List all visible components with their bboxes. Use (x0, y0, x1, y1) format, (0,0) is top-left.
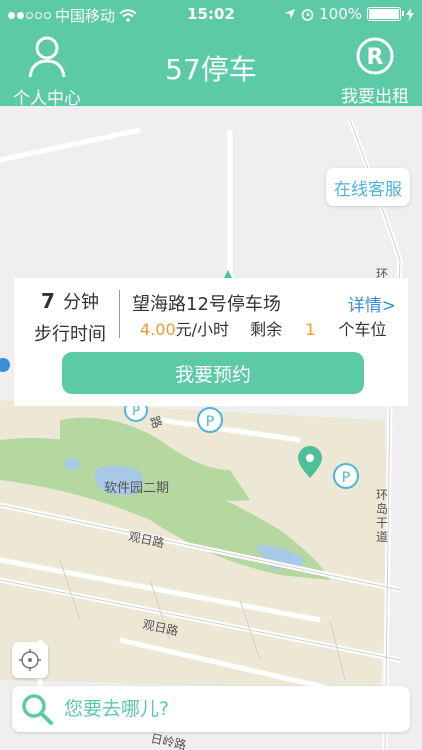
parking-info-card: 7 分钟 步行时间 望海路12号停车场 详情> 4.00元/小时 剩余 1 个车位… (14, 278, 408, 406)
price-line: 4.00元/小时 剩余 1 个车位 (140, 316, 387, 340)
walk-unit: 分钟 (62, 292, 99, 313)
search-icon (22, 694, 53, 725)
battery-percent: 100% (319, 5, 362, 23)
online-service-button[interactable]: 在线客服 (326, 168, 410, 206)
locate-button[interactable] (12, 642, 48, 678)
alarm-icon (301, 8, 314, 21)
walk-label: 步行时间 (34, 324, 106, 345)
rent-out-label: 我要出租 (341, 87, 409, 107)
battery-icon (367, 7, 404, 21)
spare-label: 剩余 (250, 320, 283, 339)
parking-marker-icon[interactable]: P (333, 463, 359, 489)
app-header: 个人中心 57停车 R 我要出租 (0, 28, 422, 109)
detail-link[interactable]: 详情> (348, 291, 396, 316)
registered-icon: R (356, 37, 394, 75)
status-bar: 中国移动 15:02 100% (0, 0, 422, 28)
crosshair-icon (19, 649, 41, 671)
walk-minutes: 7 (41, 289, 55, 313)
search-input[interactable] (64, 698, 364, 720)
parking-marker-icon[interactable]: P (197, 407, 223, 433)
svg-text:R: R (367, 45, 384, 70)
parking-lot-name: 望海路12号停车场 (132, 294, 281, 315)
rent-out-button[interactable]: R 我要出租 (330, 36, 420, 107)
price-unit: 元/小时 (175, 320, 230, 339)
park-label: 软件园二期 (104, 481, 169, 496)
svg-text:P: P (132, 404, 140, 419)
spare-count: 1 (305, 320, 316, 339)
location-arrow-icon (285, 9, 296, 19)
svg-text:P: P (206, 414, 214, 430)
spare-unit: 个车位 (338, 320, 387, 339)
svg-text:P: P (342, 470, 350, 486)
search-bar[interactable] (12, 686, 410, 732)
charging-icon (406, 7, 414, 21)
price-value: 4.00 (140, 320, 176, 339)
status-right: 100% (284, 5, 414, 23)
road-label: 环岛干道 (376, 488, 389, 544)
divider (119, 290, 120, 338)
walk-time: 7 分钟 步行时间 (22, 288, 118, 346)
book-button[interactable]: 我要预约 (62, 352, 364, 394)
